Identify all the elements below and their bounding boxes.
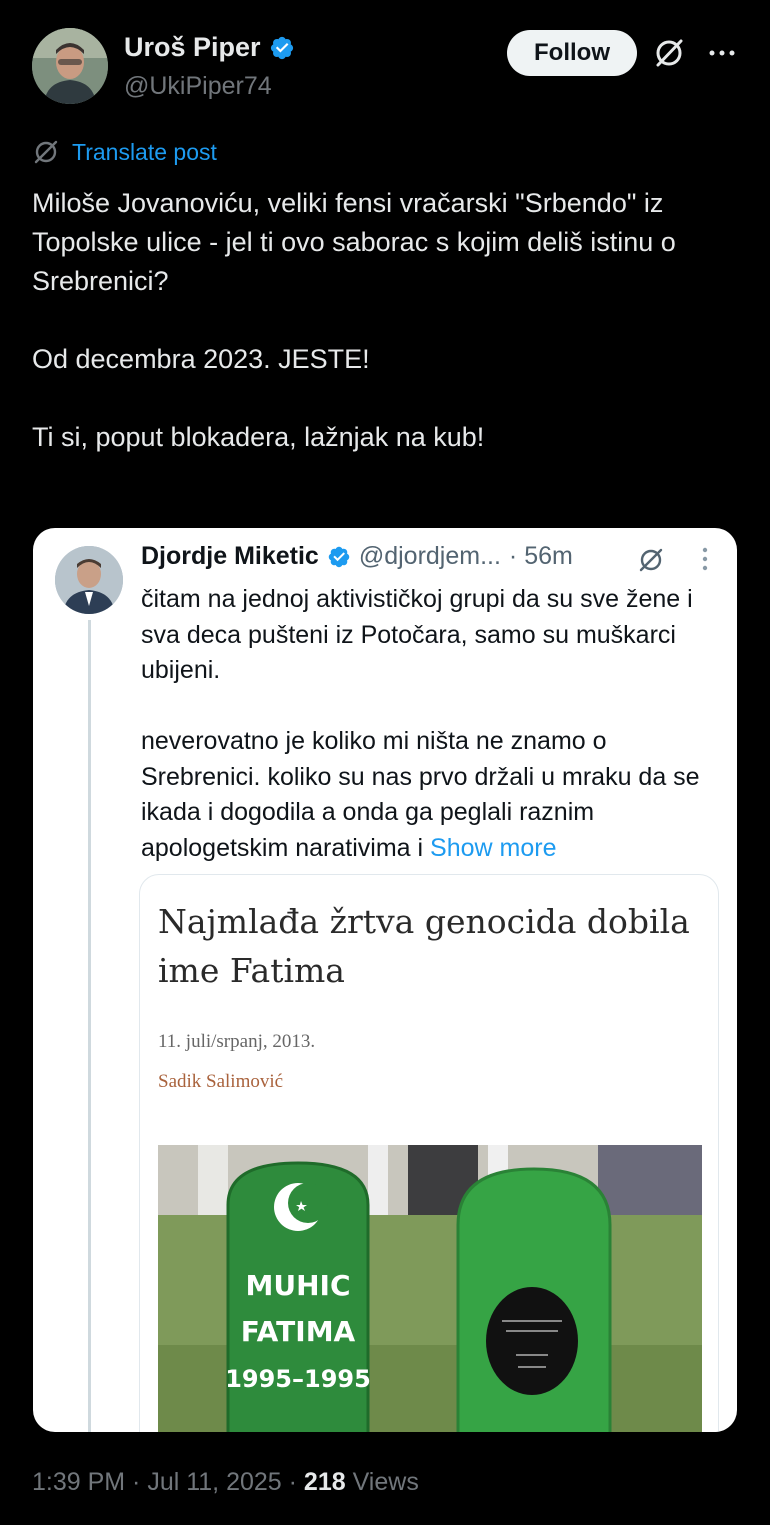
post-paragraph: Miloše Jovanoviću, veliki fensi vračarsk… xyxy=(32,188,676,296)
article-author: Sadik Salimović xyxy=(158,1071,284,1092)
more-vertical-icon[interactable] xyxy=(693,544,717,574)
grok-translate-icon xyxy=(34,140,58,164)
quoted-avatar[interactable] xyxy=(55,546,123,614)
meta-separator: · xyxy=(281,1468,304,1496)
post-time[interactable]: 1:39 PM xyxy=(32,1468,125,1496)
post-paragraph: Od decembra 2023. JESTE! xyxy=(32,344,370,374)
post-header: Uroš Piper @UkiPiper74 Follow xyxy=(0,0,770,120)
views-count[interactable]: 218 xyxy=(304,1468,346,1496)
post-meta: 1:39 PM · Jul 11, 2025 · 218 Views xyxy=(32,1468,419,1497)
more-icon[interactable] xyxy=(706,38,738,68)
author-handle[interactable]: @UkiPiper74 xyxy=(124,72,272,101)
views-label: Views xyxy=(345,1468,419,1496)
verified-badge-icon xyxy=(270,36,293,59)
follow-button[interactable]: Follow xyxy=(507,30,637,76)
avatar[interactable] xyxy=(32,28,108,104)
grok-icon[interactable] xyxy=(637,546,665,574)
verified-badge-icon xyxy=(328,546,350,567)
author-display-name[interactable]: Uroš Piper xyxy=(124,32,261,63)
gravestone-text-1: MUHIC xyxy=(246,1269,351,1302)
gravestone-text-2: FATIMA xyxy=(241,1315,356,1348)
quoted-handle[interactable]: @djordjem... xyxy=(359,542,501,571)
quoted-post-card[interactable]: Djordje Miketic @djordjem... · 56m čitam… xyxy=(33,528,737,1432)
post-body: Miloše Jovanoviću, veliki fensi vračarsk… xyxy=(32,184,752,457)
post-paragraph: Ti si, poput blokadera, lažnjak na kub! xyxy=(32,422,485,452)
quoted-paragraph-text: neverovatno je koliko mi ništa ne znamo … xyxy=(141,727,700,862)
article-photo: MUHIC FATIMA 1995–1995 xyxy=(158,1145,702,1432)
grok-icon[interactable] xyxy=(652,36,686,70)
quoted-timestamp[interactable]: · 56m xyxy=(509,542,573,571)
quoted-post-body: čitam na jednoj aktivističkoj grupi da s… xyxy=(141,582,721,866)
gravestone-text-3: 1995–1995 xyxy=(225,1365,371,1393)
article-screenshot[interactable]: Najmlađa žrtva genocida dobila ime Fatim… xyxy=(139,874,719,1432)
gravestone-photo: MUHIC FATIMA 1995–1995 xyxy=(158,1145,702,1432)
quoted-paragraph: čitam na jednoj aktivističkoj grupi da s… xyxy=(141,585,693,684)
meta-separator: · xyxy=(125,1468,148,1496)
article-title: Najmlađa žrtva genocida dobila ime Fatim… xyxy=(158,902,690,990)
quoted-name-row: Djordje Miketic @djordjem... · 56m xyxy=(141,542,573,571)
post-date[interactable]: Jul 11, 2025 xyxy=(147,1468,281,1496)
show-more-link[interactable]: Show more xyxy=(430,834,556,862)
translate-label[interactable]: Translate post xyxy=(72,139,217,166)
quoted-display-name[interactable]: Djordje Miketic xyxy=(141,542,319,571)
quoted-paragraph-2: neverovatno je koliko mi ništa ne znamo … xyxy=(141,724,721,866)
author-name-row: Uroš Piper xyxy=(124,32,295,63)
article-date: 11. juli/srpanj, 2013. xyxy=(158,1031,316,1052)
thread-line xyxy=(88,620,91,1432)
translate-post-link[interactable]: Translate post xyxy=(32,138,217,166)
